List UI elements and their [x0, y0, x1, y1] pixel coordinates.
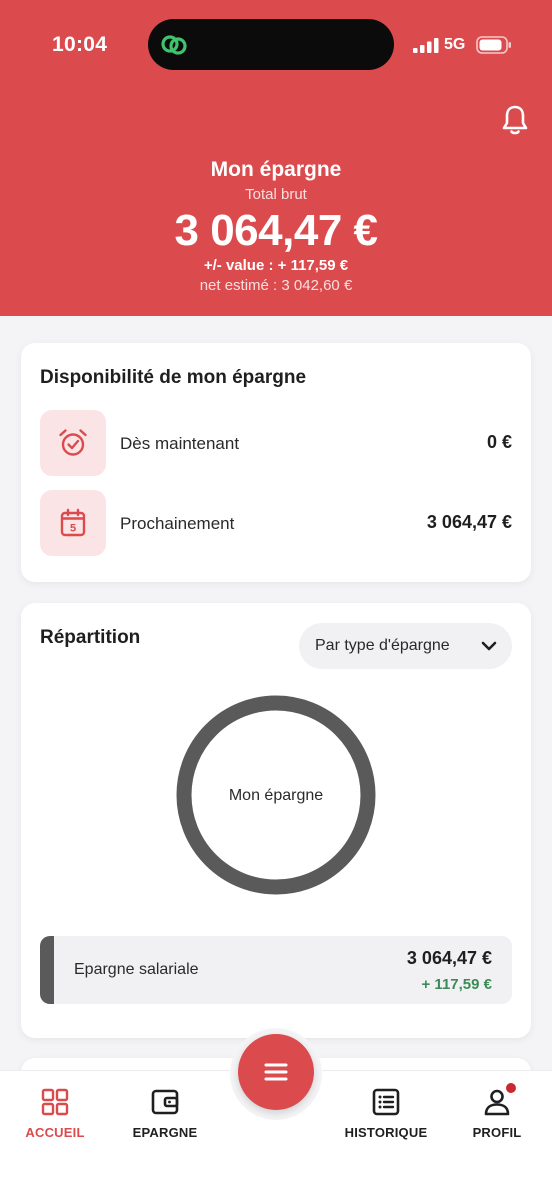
legend-amount: 3 064,47 €: [406, 948, 492, 968]
legend-name: Epargne salariale: [74, 961, 199, 978]
nav-label: ACCUEIL: [25, 1125, 85, 1140]
nav-label: PROFIL: [472, 1125, 522, 1140]
wallet-icon: [151, 1089, 179, 1115]
net-estimate: net estimé : 3 042,60 €: [199, 277, 353, 294]
grid-icon: [41, 1088, 69, 1116]
distribution-card: Répartition Par type d'épargne Mon éparg…: [21, 603, 531, 1038]
distribution-title: Répartition: [40, 627, 141, 648]
alarm-icon-tile: [40, 410, 106, 476]
chevron-down-icon: [481, 641, 497, 651]
bell-icon[interactable]: [500, 104, 530, 136]
legend-gain: + 117,59 €: [421, 976, 493, 993]
distribution-item-epargne-salariale[interactable]: Epargne salariale 3 064,47 € + 117,59 €: [40, 936, 512, 1004]
donut-center-label: Mon épargne: [228, 787, 324, 804]
nav-historique[interactable]: HISTORIQUE: [331, 1087, 441, 1140]
menu-fab-button[interactable]: [238, 1034, 314, 1110]
availability-row-now[interactable]: Dès maintenant 0 €: [40, 410, 512, 476]
select-value: Par type d'épargne: [315, 637, 450, 654]
dynamic-island: [148, 19, 394, 70]
availability-value: 0 €: [486, 432, 512, 452]
legend-color-bar: [40, 936, 54, 1004]
distribution-type-select[interactable]: Par type d'épargne: [299, 623, 512, 669]
list-icon: [372, 1088, 400, 1116]
total-amount: 3 064,47 €: [174, 206, 378, 255]
availability-card: Disponibilité de mon épargne Dès mainten…: [21, 343, 531, 582]
notification-dot: [504, 1081, 518, 1095]
availability-label: Dès maintenant: [120, 434, 240, 453]
plus-minus-value: +/- value : + 117,59 €: [203, 257, 349, 274]
battery-icon: [476, 36, 511, 54]
link-icon: [161, 35, 187, 55]
page-title: Mon épargne: [210, 158, 342, 181]
availability-title: Disponibilité de mon épargne: [40, 367, 307, 388]
availability-value: 3 064,47 €: [426, 512, 512, 532]
signal-icon: [413, 38, 439, 53]
nav-label: EPARGNE: [132, 1125, 198, 1140]
nav-label: HISTORIQUE: [344, 1125, 428, 1140]
status-time: 10:04: [52, 33, 108, 56]
nav-epargne[interactable]: EPARGNE: [110, 1087, 220, 1140]
nav-accueil[interactable]: ACCUEIL: [0, 1087, 110, 1140]
calendar-icon: 5: [60, 508, 86, 537]
nav-profil[interactable]: PROFIL: [442, 1081, 552, 1140]
savings-header: 10:04 5G Mon épargne Total brut 3 064,47…: [0, 0, 552, 316]
availability-label: Prochainement: [120, 514, 235, 533]
calendar-icon-tile: 5: [40, 490, 106, 556]
calendar-day: 5: [70, 523, 76, 535]
status-bar: 10:04 5G: [0, 0, 552, 90]
network-label: 5G: [444, 36, 466, 53]
total-label: Total brut: [245, 186, 307, 203]
availability-row-soon[interactable]: 5 Prochainement 3 064,47 €: [40, 490, 512, 556]
alarm-clock-icon: [59, 429, 87, 456]
menu-icon: [264, 1063, 288, 1081]
